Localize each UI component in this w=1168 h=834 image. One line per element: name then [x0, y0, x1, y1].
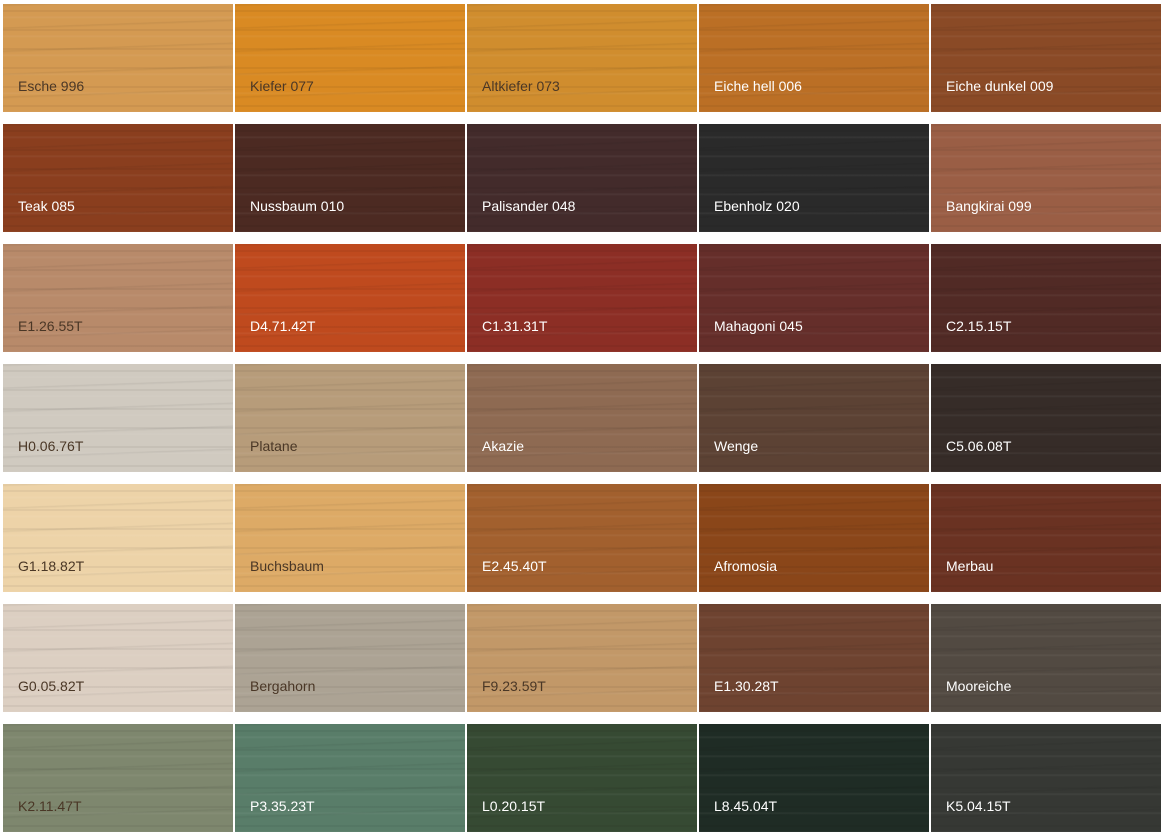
swatch[interactable]: G1.18.82T — [3, 484, 233, 592]
swatch-label: D4.71.42T — [250, 318, 316, 334]
swatch[interactable]: Kiefer 077 — [235, 4, 465, 112]
swatch-label: E1.30.28T — [714, 678, 779, 694]
swatch-label: L0.20.15T — [482, 798, 546, 814]
swatch-label: Afromosia — [714, 558, 778, 574]
swatch[interactable]: Nussbaum 010 — [235, 124, 465, 232]
swatch[interactable]: K2.11.47T — [3, 724, 233, 832]
swatch[interactable]: E2.45.40T — [467, 484, 697, 592]
swatch-label: Nussbaum 010 — [250, 198, 345, 214]
swatch-label: Altkiefer 073 — [482, 78, 560, 94]
swatch-label: G0.05.82T — [18, 678, 85, 694]
swatch-row: H0.06.76T Platane Akazie Wenge C5.06.08T — [3, 364, 1163, 472]
swatch[interactable]: Bangkirai 099 — [931, 124, 1161, 232]
swatch-label: C1.31.31T — [482, 318, 548, 334]
swatch-label: Mooreiche — [946, 678, 1012, 694]
swatch-label: C2.15.15T — [946, 318, 1012, 334]
swatch[interactable]: Merbau — [931, 484, 1161, 592]
swatch[interactable]: E1.26.55T — [3, 244, 233, 352]
swatch[interactable]: L0.20.15T — [467, 724, 697, 832]
swatch-row: G1.18.82T Buchsbaum E2.45.40T Afromosia … — [3, 484, 1163, 592]
swatch-label: L8.45.04T — [714, 798, 778, 814]
swatch-label: Teak 085 — [18, 198, 75, 214]
swatch[interactable]: Buchsbaum — [235, 484, 465, 592]
swatch-label: Esche 996 — [18, 78, 85, 94]
swatch[interactable]: C1.31.31T — [467, 244, 697, 352]
swatch-label: Bergahorn — [250, 678, 316, 694]
swatch-label: C5.06.08T — [946, 438, 1012, 454]
swatch[interactable]: Platane — [235, 364, 465, 472]
swatch[interactable]: K5.04.15T — [931, 724, 1161, 832]
swatch[interactable]: Eiche hell 006 — [699, 4, 929, 112]
swatch-label: E1.26.55T — [18, 318, 83, 334]
swatch-label: Merbau — [946, 558, 994, 574]
swatch-label: E2.45.40T — [482, 558, 547, 574]
swatch[interactable]: D4.71.42T — [235, 244, 465, 352]
swatch-label: Kiefer 077 — [250, 78, 314, 94]
swatch-label: Bangkirai 099 — [946, 198, 1032, 214]
swatch[interactable]: C5.06.08T — [931, 364, 1161, 472]
swatch-label: G1.18.82T — [18, 558, 85, 574]
swatch[interactable]: Akazie — [467, 364, 697, 472]
swatch-label: K2.11.47T — [18, 798, 82, 814]
swatch[interactable]: Altkiefer 073 — [467, 4, 697, 112]
swatch[interactable]: Wenge — [699, 364, 929, 472]
swatch[interactable]: G0.05.82T — [3, 604, 233, 712]
swatch[interactable]: Teak 085 — [3, 124, 233, 232]
color-swatch-grid: Esche 996 Kiefer 077 Altkiefer 073 Eiche… — [3, 4, 1163, 834]
swatch[interactable]: Mooreiche — [931, 604, 1161, 712]
swatch[interactable]: Ebenholz 020 — [699, 124, 929, 232]
swatch-label: H0.06.76T — [18, 438, 84, 454]
swatch-label: K5.04.15T — [946, 798, 1011, 814]
swatch-label: Eiche hell 006 — [714, 78, 802, 94]
swatch[interactable]: Eiche dunkel 009 — [931, 4, 1161, 112]
swatch-row: E1.26.55T D4.71.42T C1.31.31T Mahagoni 0… — [3, 244, 1163, 352]
swatch[interactable]: F9.23.59T — [467, 604, 697, 712]
swatch-label: P3.35.23T — [250, 798, 315, 814]
swatch[interactable]: Bergahorn — [235, 604, 465, 712]
swatch-label: Wenge — [714, 438, 759, 454]
swatch[interactable]: P3.35.23T — [235, 724, 465, 832]
swatch-label: Ebenholz 020 — [714, 198, 800, 214]
swatch[interactable]: E1.30.28T — [699, 604, 929, 712]
swatch-label: Mahagoni 045 — [714, 318, 803, 334]
swatch[interactable]: C2.15.15T — [931, 244, 1161, 352]
swatch-label: Buchsbaum — [250, 558, 324, 574]
swatch[interactable]: Palisander 048 — [467, 124, 697, 232]
swatch[interactable]: Esche 996 — [3, 4, 233, 112]
swatch-row: G0.05.82T Bergahorn F9.23.59T E1.30.28T … — [3, 604, 1163, 712]
swatch-label: Eiche dunkel 009 — [946, 78, 1054, 94]
swatch[interactable]: L8.45.04T — [699, 724, 929, 832]
swatch[interactable]: Mahagoni 045 — [699, 244, 929, 352]
swatch[interactable]: Afromosia — [699, 484, 929, 592]
swatch-row: Teak 085 Nussbaum 010 Palisander 048 Ebe… — [3, 124, 1163, 232]
swatch-label: F9.23.59T — [482, 678, 546, 694]
swatch-label: Akazie — [482, 438, 525, 454]
swatch-row: K2.11.47T P3.35.23T L0.20.15T L8.45.04T … — [3, 724, 1163, 832]
swatch-row: Esche 996 Kiefer 077 Altkiefer 073 Eiche… — [3, 4, 1163, 112]
swatch-label: Platane — [250, 438, 298, 454]
swatch-label: Palisander 048 — [482, 198, 576, 214]
swatch[interactable]: H0.06.76T — [3, 364, 233, 472]
